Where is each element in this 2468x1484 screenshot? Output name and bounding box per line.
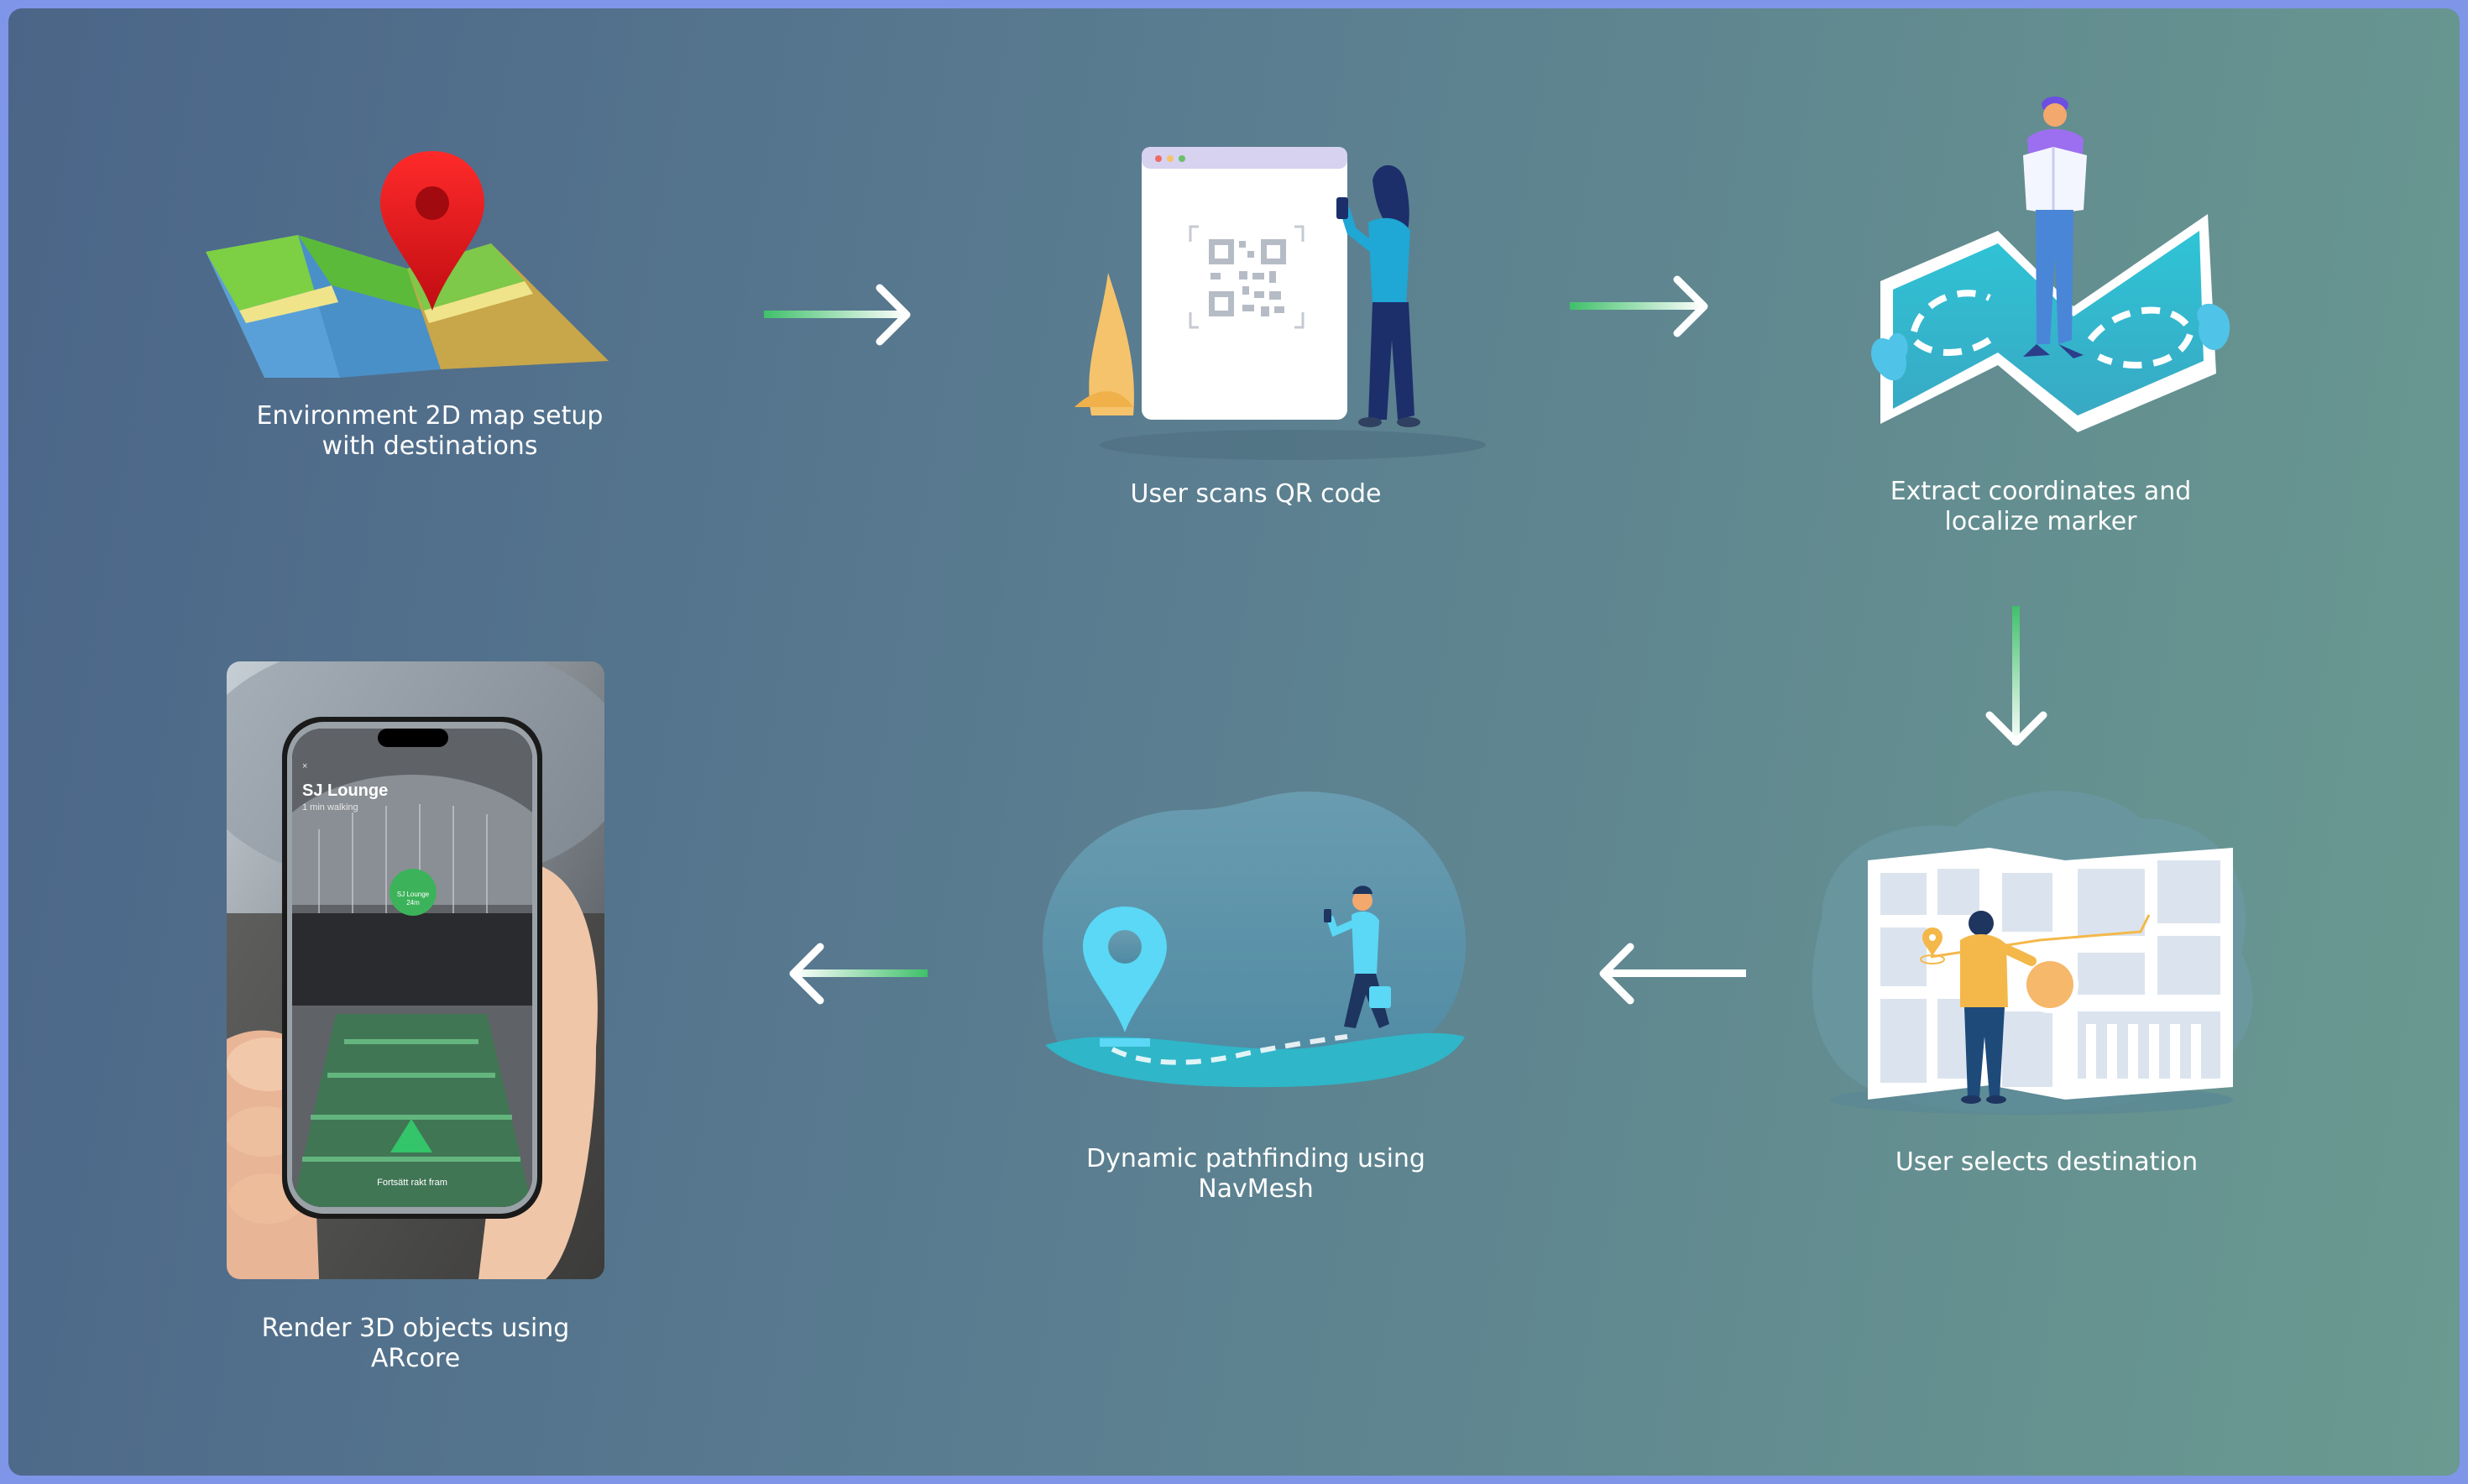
qr-scan-illustration — [1075, 147, 1486, 460]
smartphone-icon: SJ Lounge 24m × SJ Lounge 1 min walking … — [282, 717, 542, 1219]
map-illustration — [206, 151, 609, 378]
ar-destination-title: SJ Lounge — [302, 781, 388, 800]
ar-instruction: Fortsätt rakt fram — [377, 1178, 447, 1188]
ar-badge-distance: 24m — [406, 899, 420, 907]
arrow-right-icon — [764, 284, 911, 346]
flow-diagram: Environment 2D map setup with destinatio… — [8, 8, 2460, 1476]
step-caption: Extract coordinates and localize marker — [1890, 477, 2192, 536]
arrow-right-icon — [1570, 275, 1708, 337]
arrow-down-icon — [1985, 606, 2047, 746]
arrow-left-icon — [789, 943, 928, 1005]
ar-phone-photo: SJ Lounge 24m × SJ Lounge 1 min walking … — [227, 661, 604, 1279]
step-caption: User scans QR code — [1130, 479, 1382, 509]
step-caption: Render 3D objects using ARcore — [261, 1314, 570, 1373]
ar-destination-subtitle: 1 min walking — [302, 802, 358, 813]
ar-badge-name: SJ Lounge — [397, 891, 430, 898]
ar-close-icon[interactable]: × — [302, 761, 307, 771]
city-map-illustration — [1812, 791, 2253, 1115]
step-caption: User selects destination — [1895, 1147, 2199, 1177]
folded-map-illustration — [1871, 97, 2230, 432]
arrow-left-icon — [1599, 943, 1746, 1005]
step-caption: Environment 2D map setup with destinatio… — [256, 401, 604, 461]
pathfinding-illustration — [1043, 791, 1467, 1088]
step-caption: Dynamic pathfinding using NavMesh — [1086, 1144, 1425, 1204]
person-figure — [1336, 165, 1420, 427]
